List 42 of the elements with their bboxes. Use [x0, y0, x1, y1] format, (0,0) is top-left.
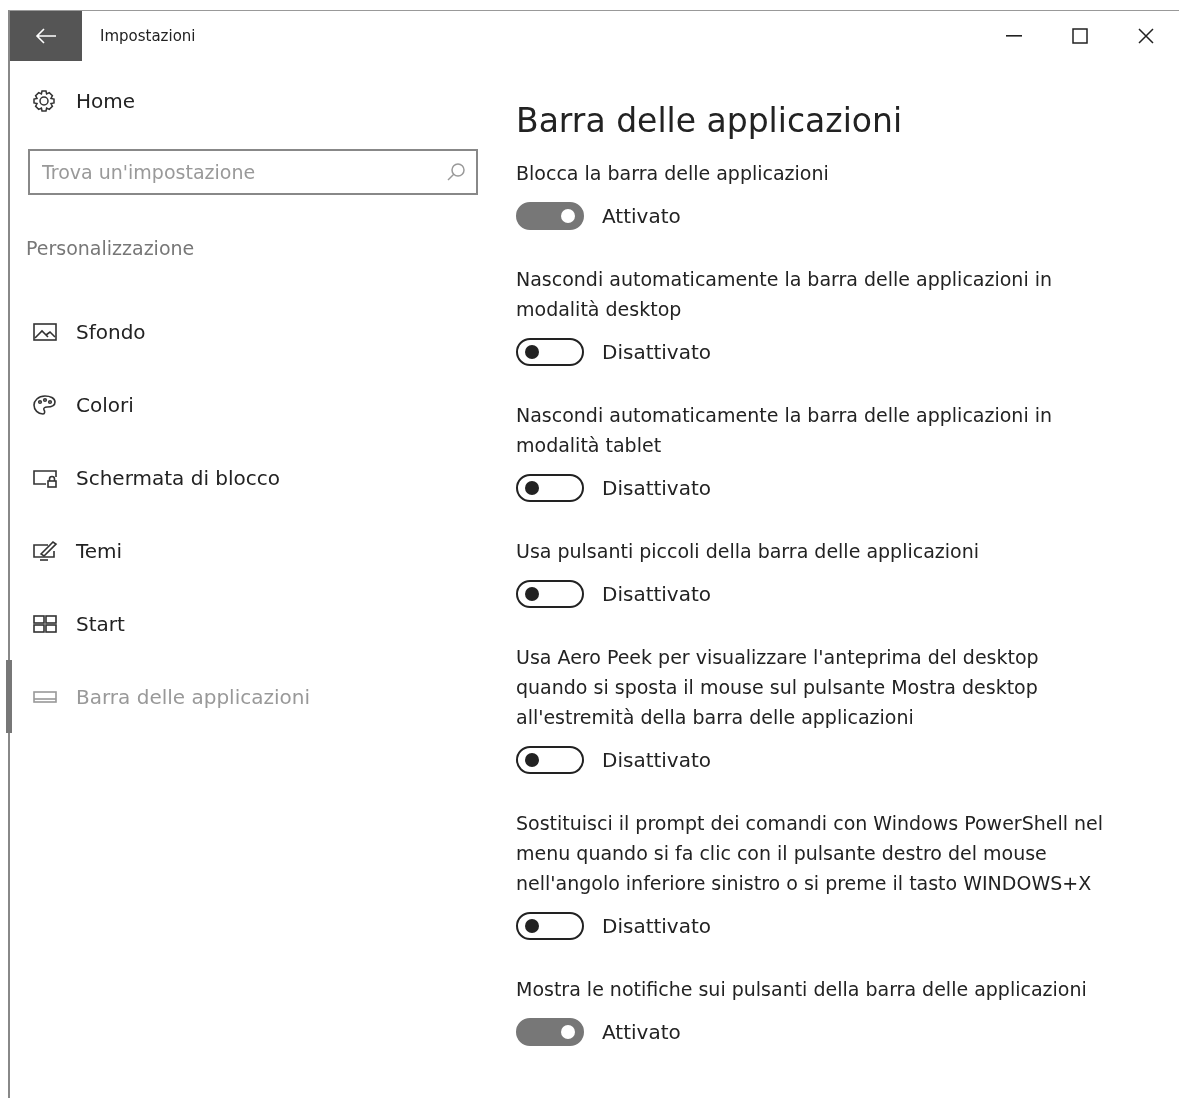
toggle-switch[interactable]	[516, 474, 584, 502]
image-icon	[32, 320, 58, 343]
nav-item[interactable]: Colori	[6, 368, 512, 441]
section-heading: Personalizzazione	[26, 237, 196, 259]
nav-item[interactable]: Sfondo	[6, 295, 512, 368]
toggle-state: Disattivato	[602, 582, 712, 606]
setting-label: Usa Aero Peek per visualizzare l'anteprima del desktop quando si sposta il mouse sul pulsante Mostra desktop all'estremità della barra delle applicazioni	[516, 645, 1040, 730]
toggle-state: Attivato	[602, 1020, 681, 1044]
window-title: Impostazioni	[100, 27, 197, 45]
toggle-switch[interactable]	[516, 580, 584, 608]
toggle-switch[interactable]	[516, 746, 584, 774]
setting-label: Nascondi automaticamente la barra delle applicazioni in modalità tablet	[516, 403, 1054, 458]
toggle-state: Disattivato	[602, 748, 712, 772]
back-arrow-icon	[35, 28, 57, 44]
toggle-state: Disattivato	[602, 914, 712, 938]
setting-label: Blocca la barra delle applicazioni	[516, 161, 830, 186]
setting-label: Sostituisci il prompt dei comandi con Windows PowerShell nel menu quando si fa clic con il pulsante destro del mouse nell'angolo inferiore sinistro o si preme il tasto WINDOWS+X	[516, 811, 1105, 896]
search-field[interactable]: Trova un'impostazione	[28, 149, 478, 195]
close-icon	[1138, 28, 1154, 44]
nav-item[interactable]: Start	[6, 587, 512, 660]
setting-label: Usa pulsanti piccoli della barra delle applicazioni	[516, 539, 980, 564]
toggle-state: Disattivato	[602, 340, 712, 364]
search-icon	[446, 162, 466, 182]
back-button[interactable]	[10, 11, 82, 61]
toggle-state: Attivato	[602, 204, 681, 228]
toggle-switch[interactable]	[516, 338, 584, 366]
nav-item[interactable]: Temi	[6, 514, 512, 587]
toggle-switch[interactable]	[516, 1018, 584, 1046]
toggle-switch[interactable]	[516, 202, 584, 230]
maximize-icon	[1072, 28, 1088, 44]
nav-item[interactable]: Schermata di blocco	[6, 441, 512, 514]
toggle-state: Disattivato	[602, 476, 712, 500]
palette-icon	[32, 393, 58, 416]
home-nav-item[interactable]: Home	[10, 79, 136, 123]
minimize-icon	[1006, 35, 1022, 37]
toggle-switch[interactable]	[516, 912, 584, 940]
tiles-icon	[32, 612, 58, 635]
setting-label: Mostra le notifiche sui pulsanti della barra delle applicazioni	[516, 977, 1088, 1002]
brush-screen-icon	[32, 539, 58, 562]
setting-label: Nascondi automaticamente la barra delle applicazioni in modalità desktop	[516, 267, 1054, 322]
settings-icon	[32, 89, 56, 113]
page-title: Barra delle applicazioni	[516, 101, 904, 140]
